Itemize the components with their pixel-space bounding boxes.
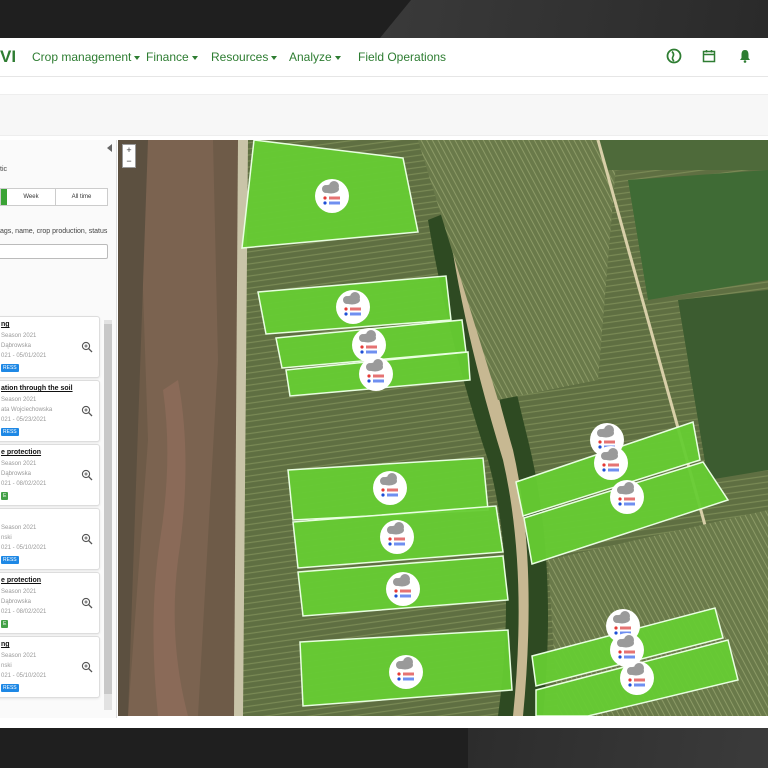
card-title[interactable]: ation through the soil: [1, 385, 73, 392]
collapse-sidebar-icon[interactable]: [107, 144, 112, 152]
card-season: Season 2021: [1, 525, 37, 531]
nav-label: Finance: [146, 50, 189, 64]
filter-label: tic: [0, 166, 7, 173]
calendar-icon[interactable]: [701, 48, 717, 64]
globe-icon[interactable]: [666, 48, 682, 64]
nav-resources[interactable]: Resources: [211, 50, 278, 64]
weather-marker[interactable]: [352, 328, 386, 362]
weather-marker[interactable]: [389, 655, 423, 689]
status-badge: E: [1, 492, 9, 500]
activities-sidebar: tic Week All time ags, name, crop produc…: [0, 140, 117, 718]
card-dates: 021 - 05/01/2021: [1, 353, 47, 359]
weather-marker[interactable]: [380, 520, 414, 554]
card-season: Season 2021: [1, 461, 37, 467]
activity-card[interactable]: Season 2021 nski 021 - 05/10/2021 RESS: [0, 508, 100, 570]
chevron-down-icon: [191, 55, 198, 60]
search-label: ags, name, crop production, status: [0, 228, 108, 235]
nav-analyze[interactable]: Analyze: [289, 50, 341, 64]
card-season: Season 2021: [1, 589, 37, 595]
card-season: Season 2021: [1, 333, 37, 339]
activity-card[interactable]: ng Season 2021 Dąbrowska 021 - 05/01/202…: [0, 316, 100, 378]
status-badge: RESS: [1, 684, 19, 692]
device-bezel-top: [0, 0, 768, 38]
zoom-in-icon[interactable]: [81, 341, 93, 353]
card-title[interactable]: ng: [1, 641, 10, 648]
field-map[interactable]: + −: [118, 140, 768, 716]
weather-marker[interactable]: [359, 357, 393, 391]
weather-markers: [315, 179, 654, 695]
app-logo[interactable]: VI: [0, 47, 16, 67]
zoom-in-icon[interactable]: [81, 405, 93, 417]
weather-marker[interactable]: [386, 572, 420, 606]
card-assignee: Dąbrowska: [1, 343, 32, 349]
zoom-in-icon[interactable]: [81, 469, 93, 481]
period-all-time-button[interactable]: All time: [56, 189, 107, 205]
card-title[interactable]: e protection: [1, 449, 41, 456]
weather-marker[interactable]: [620, 661, 654, 695]
activity-card[interactable]: ation through the soil Season 2021 ata W…: [0, 380, 100, 442]
nav-label: Crop management: [32, 50, 132, 64]
card-season: Season 2021: [1, 397, 37, 403]
card-assignee: Dąbrowska: [1, 471, 32, 477]
chevron-down-icon: [271, 55, 278, 60]
map-zoom-control: + −: [122, 144, 136, 168]
zoom-in-icon[interactable]: [81, 533, 93, 545]
nav-field-operations[interactable]: Field Operations: [358, 50, 446, 64]
nav-label: Resources: [211, 50, 269, 64]
activity-card[interactable]: ng Season 2021 nski 021 - 05/10/2021 RES…: [0, 636, 100, 698]
card-dates: 021 - 05/23/2021: [1, 417, 47, 423]
top-navbar: VI Crop management Finance Resources Ana…: [0, 38, 768, 77]
period-week-button[interactable]: Week: [7, 189, 56, 205]
bell-icon[interactable]: [737, 48, 753, 64]
nav-finance[interactable]: Finance: [146, 50, 198, 64]
weather-marker[interactable]: [610, 480, 644, 514]
nav-crop-management[interactable]: Crop management: [32, 50, 141, 64]
app-screen: VI Crop management Finance Resources Ana…: [0, 38, 768, 728]
card-season: Season 2021: [1, 653, 37, 659]
card-dates: 021 - 08/02/2021: [1, 609, 47, 615]
card-assignee: nski: [1, 663, 12, 669]
nav-label: Analyze: [289, 50, 332, 64]
search-input[interactable]: [0, 244, 108, 259]
card-dates: 021 - 08/02/2021: [1, 481, 47, 487]
card-title[interactable]: e protection: [1, 577, 41, 584]
sub-toolbar: [0, 94, 768, 136]
card-title[interactable]: ng: [1, 321, 10, 328]
weather-marker[interactable]: [373, 471, 407, 505]
weather-marker[interactable]: [594, 446, 628, 480]
status-badge: RESS: [1, 428, 19, 436]
zoom-in-button[interactable]: +: [123, 145, 135, 156]
sidebar-scroll-thumb[interactable]: [104, 324, 112, 694]
card-dates: 021 - 05/10/2021: [1, 545, 47, 551]
weather-marker[interactable]: [315, 179, 349, 213]
weather-marker[interactable]: [336, 290, 370, 324]
nav-label: Field Operations: [358, 50, 447, 64]
card-dates: 021 - 05/10/2021: [1, 673, 47, 679]
status-badge: RESS: [1, 556, 19, 564]
period-toggle: Week All time: [0, 188, 108, 206]
card-assignee: ata Wojciechowska: [1, 407, 53, 413]
zoom-out-button[interactable]: −: [123, 156, 135, 167]
status-badge: RESS: [1, 364, 19, 372]
zoom-in-icon[interactable]: [81, 661, 93, 673]
zoom-in-icon[interactable]: [81, 597, 93, 609]
activity-card[interactable]: e protection Season 2021 Dąbrowska 021 -…: [0, 572, 100, 634]
chevron-down-icon: [334, 55, 341, 60]
chevron-down-icon: [134, 55, 141, 60]
device-bezel-bottom: [0, 728, 768, 768]
status-badge: E: [1, 620, 9, 628]
card-assignee: nski: [1, 535, 12, 541]
activity-card[interactable]: e protection Season 2021 Dąbrowska 021 -…: [0, 444, 100, 506]
card-assignee: Dąbrowska: [1, 599, 32, 605]
